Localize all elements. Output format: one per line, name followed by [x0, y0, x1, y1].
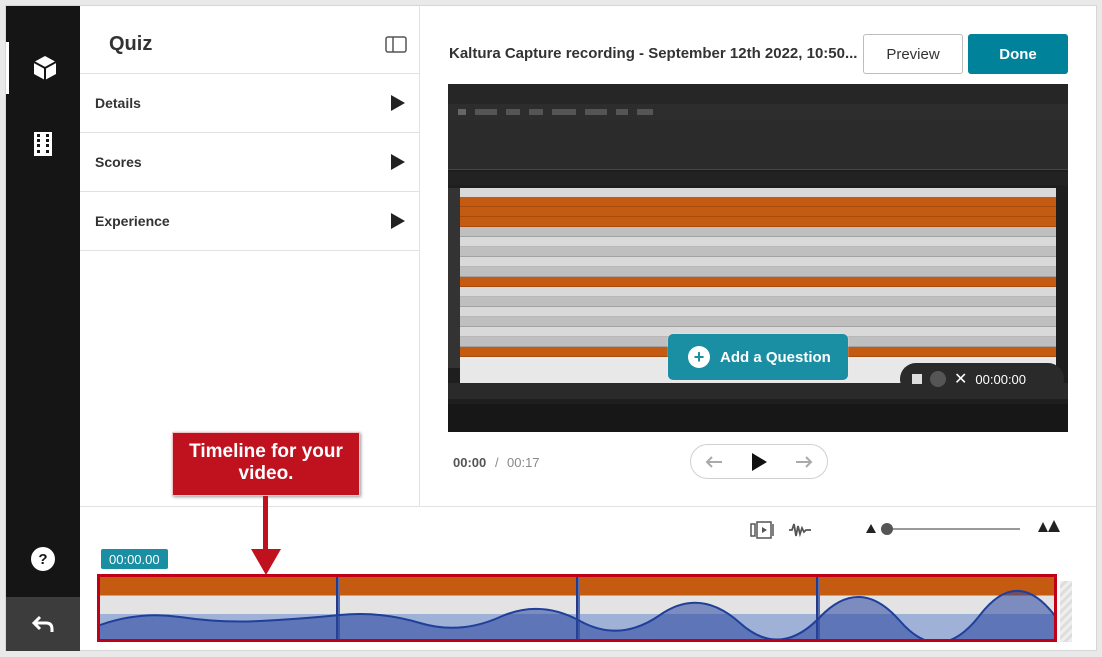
plus-icon: + — [688, 346, 710, 368]
back-rail-button[interactable] — [6, 597, 80, 651]
stop-icon — [912, 374, 922, 384]
editor-window: ? Quiz Details Scores Experience Kaltura… — [5, 5, 1097, 651]
video-player[interactable]: + Add a Question ✕ 00:00:00 — [448, 84, 1068, 432]
zoom-in-icon[interactable] — [1038, 520, 1060, 532]
play-button[interactable] — [744, 447, 774, 477]
callout-arrow-head — [251, 549, 281, 575]
video-frame-column-header — [460, 188, 1056, 197]
video-frame-titlebar — [448, 84, 1068, 104]
audio-waveform — [100, 589, 1054, 639]
time-separator: / — [495, 455, 499, 470]
help-icon: ? — [31, 547, 55, 571]
step-back-icon — [705, 455, 722, 468]
video-frame-menu — [448, 104, 1068, 120]
expand-arrow-icon — [391, 213, 405, 229]
help-rail-button[interactable]: ? — [6, 533, 80, 585]
film-rail-button[interactable] — [6, 118, 80, 170]
step-forward-icon — [796, 455, 813, 468]
left-rail: ? — [6, 6, 80, 651]
recorder-time: 00:00:00 — [975, 371, 1027, 387]
current-time: 00:00 — [453, 455, 487, 470]
timeline-track[interactable] — [97, 574, 1057, 642]
add-question-label: Add a Question — [720, 348, 831, 366]
timeline-area: 00:00.00 — [80, 506, 1097, 651]
details-label: Details — [95, 95, 141, 111]
video-frame-rows — [460, 197, 1056, 357]
close-icon: ✕ — [954, 371, 968, 388]
video-frame-ribbon — [448, 120, 1068, 170]
expand-arrow-icon — [391, 154, 405, 170]
experience-section[interactable]: Experience — [80, 192, 419, 251]
video-frame-formula-bar — [448, 172, 1068, 185]
panel-layout-icon[interactable] — [385, 36, 407, 53]
details-section[interactable]: Details — [80, 74, 419, 133]
experience-label: Experience — [95, 213, 170, 229]
quiz-panel: Quiz Details Scores Experience — [80, 6, 420, 506]
callout-arrow-shaft — [263, 496, 268, 554]
undo-icon — [32, 615, 54, 632]
timeline-tools — [750, 521, 812, 539]
done-button[interactable]: Done — [968, 34, 1068, 74]
add-question-button[interactable]: + Add a Question — [668, 334, 848, 380]
recorder-widget: ✕ 00:00:00 — [900, 363, 1064, 395]
expand-arrow-icon — [391, 95, 405, 111]
video-title: Kaltura Capture recording - September 12… — [449, 45, 858, 62]
play-icon — [751, 452, 767, 471]
preview-button[interactable]: Preview — [863, 34, 963, 74]
scores-section[interactable]: Scores — [80, 133, 419, 192]
step-back-button[interactable] — [699, 447, 729, 477]
timecode-badge: 00:00.00 — [101, 549, 168, 569]
record-icon — [930, 371, 946, 387]
svg-text:?: ? — [38, 551, 47, 568]
quiz-rail-button[interactable] — [6, 42, 80, 94]
playback-controls — [690, 444, 828, 479]
panel-header: Quiz — [80, 6, 419, 74]
timeline-callout: Timeline for your video. — [172, 432, 360, 496]
zoom-slider-track[interactable] — [883, 528, 1020, 530]
zoom-out-icon[interactable] — [866, 524, 876, 533]
cube-icon — [33, 56, 56, 80]
slides-icon[interactable] — [750, 521, 776, 539]
timeline-end-area — [1060, 581, 1072, 642]
video-frame-row-numbers — [448, 188, 460, 368]
step-forward-button[interactable] — [789, 447, 819, 477]
panel-title: Quiz — [109, 33, 153, 55]
waveform-icon[interactable] — [788, 521, 812, 539]
scores-label: Scores — [95, 154, 142, 170]
total-time: 00:17 — [507, 455, 540, 470]
player-area: Kaltura Capture recording - September 12… — [420, 6, 1097, 506]
zoom-slider-handle[interactable] — [881, 523, 893, 535]
film-icon — [34, 132, 52, 156]
video-frame-taskbar — [448, 404, 1068, 432]
